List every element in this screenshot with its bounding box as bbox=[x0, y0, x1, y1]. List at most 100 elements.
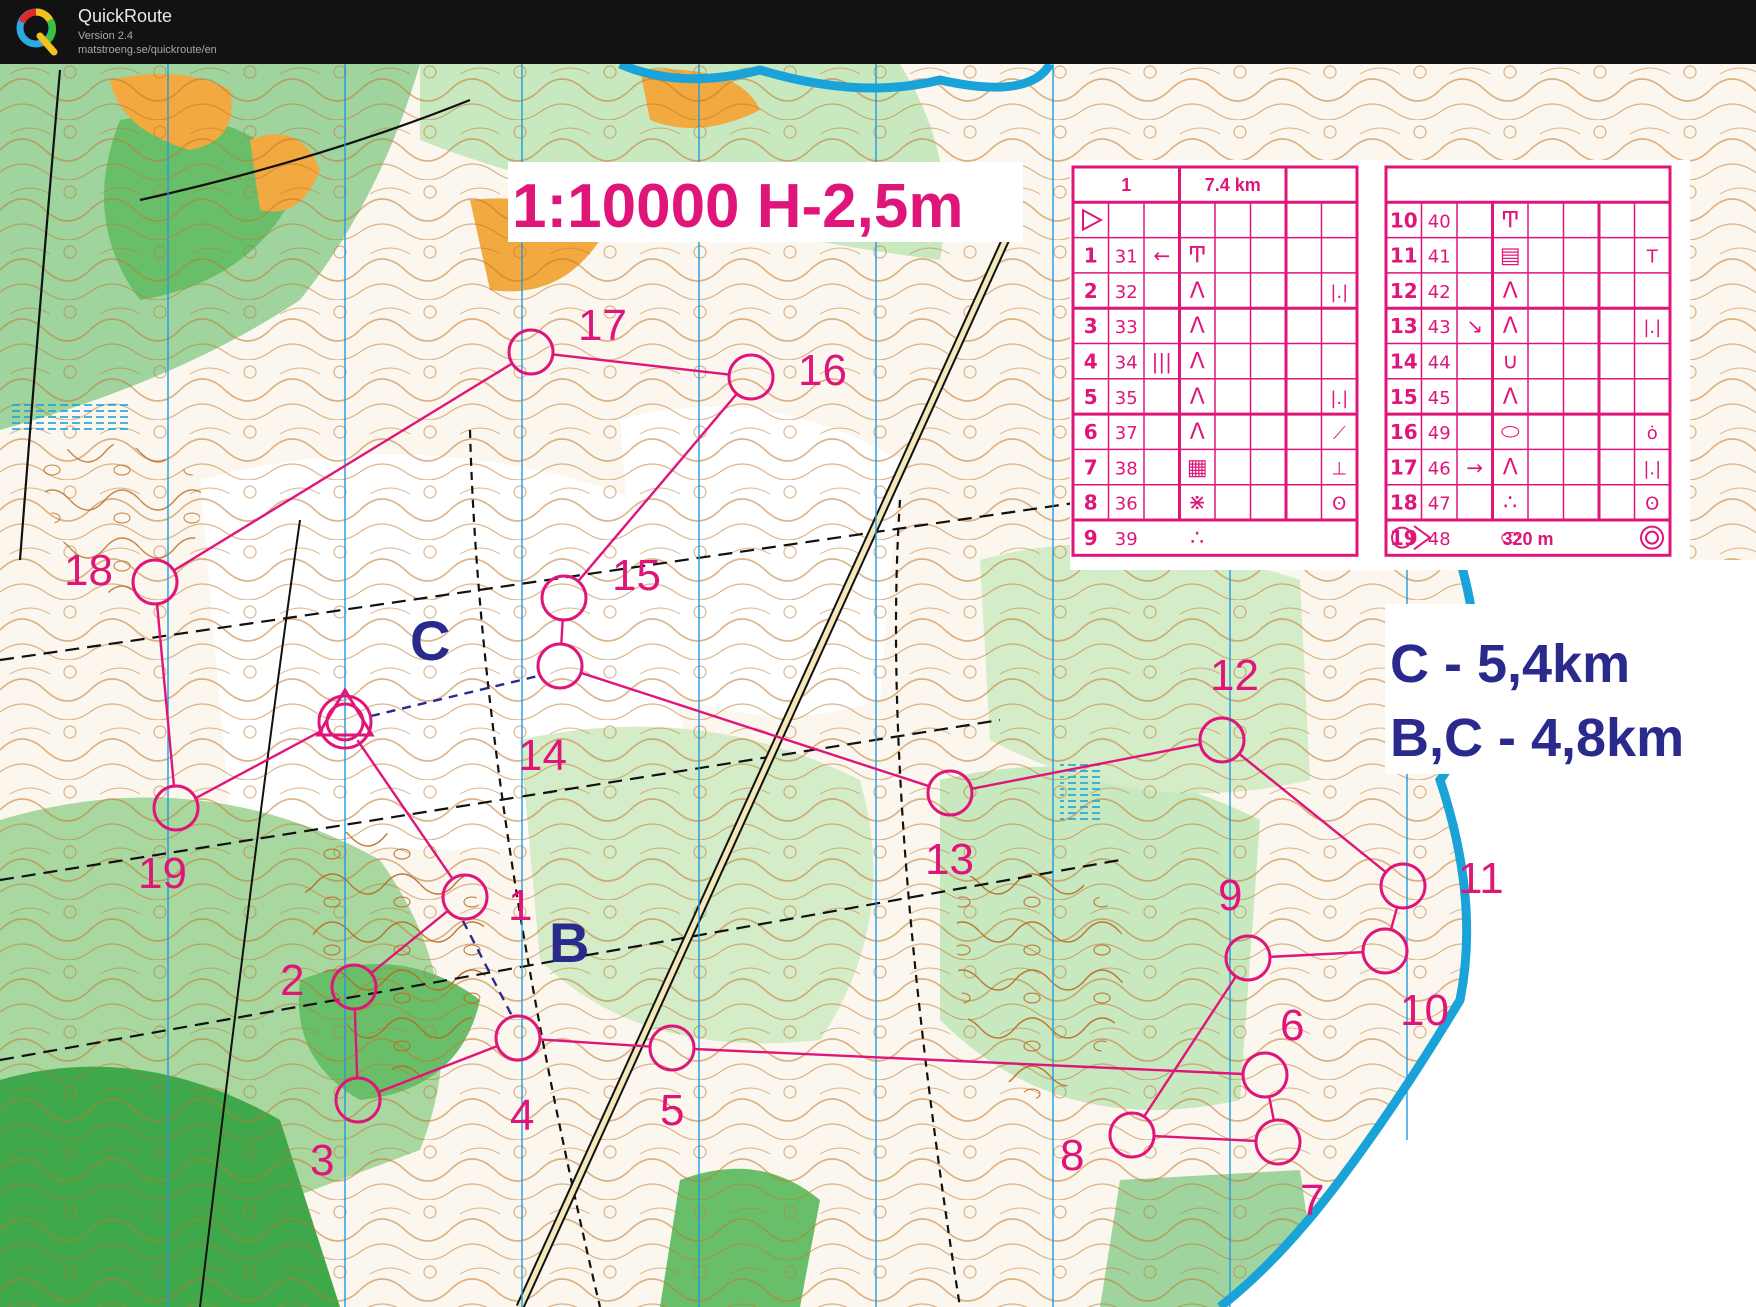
description-code: 37 bbox=[1115, 423, 1138, 444]
description-feature: Λ bbox=[1190, 350, 1205, 375]
control-number: 6 bbox=[1280, 1001, 1304, 1050]
description-length: 7.4 km bbox=[1205, 175, 1261, 195]
app-url[interactable]: matstroeng.se/quickroute/en bbox=[78, 44, 217, 56]
description-code: 44 bbox=[1428, 353, 1451, 374]
description-seq: 6 bbox=[1084, 420, 1098, 444]
description-code: 33 bbox=[1115, 317, 1138, 338]
description-feature: Λ bbox=[1190, 314, 1205, 339]
description-extra: ʘ bbox=[1332, 494, 1346, 515]
description-seq: 2 bbox=[1084, 279, 1098, 303]
description-code: 31 bbox=[1115, 247, 1138, 268]
description-seq: 4 bbox=[1084, 350, 1098, 374]
app-version: Version 2.4 bbox=[78, 30, 134, 42]
course-label-b: B bbox=[549, 911, 589, 974]
description-seq: 5 bbox=[1084, 385, 1098, 409]
description-seq: 10 bbox=[1390, 208, 1418, 232]
control-number: 2 bbox=[280, 956, 304, 1005]
description-event: 1 bbox=[1121, 175, 1131, 195]
description-feature: ∴ bbox=[1503, 491, 1517, 516]
description-extra: |.| bbox=[1330, 388, 1348, 409]
description-seq: 3 bbox=[1084, 314, 1098, 338]
description-seq: 1 bbox=[1084, 244, 1098, 268]
description-code: 46 bbox=[1428, 458, 1451, 479]
course-label-c: C bbox=[410, 609, 450, 672]
control-number: 12 bbox=[1210, 651, 1259, 700]
description-code: 32 bbox=[1115, 282, 1138, 303]
description-direction: ↘ bbox=[1466, 314, 1483, 338]
description-seq: 14 bbox=[1390, 350, 1418, 374]
description-extra: ⊥ bbox=[1331, 458, 1347, 479]
description-feature: Λ bbox=[1190, 279, 1205, 304]
description-seq: 13 bbox=[1390, 314, 1418, 338]
description-extra: |.| bbox=[1643, 317, 1661, 338]
description-code: 47 bbox=[1428, 494, 1451, 515]
description-code: 35 bbox=[1115, 388, 1138, 409]
control-number: 18 bbox=[64, 546, 113, 595]
description-seq: 7 bbox=[1084, 455, 1098, 479]
description-code: 36 bbox=[1115, 494, 1138, 515]
description-extra: ⟋ bbox=[1333, 423, 1346, 444]
description-code: 40 bbox=[1428, 211, 1451, 232]
description-seq: 11 bbox=[1390, 244, 1418, 268]
control-number: 19 bbox=[138, 849, 187, 898]
description-feature: Ͳ bbox=[1188, 244, 1207, 269]
control-number: 1 bbox=[508, 881, 532, 930]
description-code: 48 bbox=[1428, 529, 1451, 550]
control-number: 14 bbox=[518, 731, 567, 780]
control-number: 10 bbox=[1400, 986, 1449, 1035]
description-code: 34 bbox=[1115, 353, 1138, 374]
description-feature: ∪ bbox=[1502, 350, 1518, 375]
orienteering-map[interactable]: 1234 5678910111213141516171819 1:10000 H-… bbox=[0, 64, 1756, 1307]
finish-distance: 320 m bbox=[1502, 529, 1553, 549]
control-number: 17 bbox=[578, 301, 627, 350]
description-code: 45 bbox=[1428, 388, 1451, 409]
control-number: 7 bbox=[1300, 1176, 1324, 1225]
control-number: 15 bbox=[612, 551, 661, 600]
description-feature: Λ bbox=[1503, 314, 1518, 339]
description-extra: |.| bbox=[1643, 458, 1661, 479]
description-feature: ∴ bbox=[1190, 526, 1204, 551]
control-number: 13 bbox=[925, 835, 974, 884]
description-code: 39 bbox=[1115, 529, 1138, 550]
description-code: 43 bbox=[1428, 317, 1451, 338]
scale-label: 1:10000 H-2,5m bbox=[512, 172, 964, 241]
description-feature: Λ bbox=[1503, 385, 1518, 410]
description-seq: 18 bbox=[1390, 491, 1418, 515]
description-direction: ||| bbox=[1152, 350, 1172, 374]
course-leg bbox=[560, 619, 564, 645]
description-feature: Λ bbox=[1503, 455, 1518, 480]
description-feature: Ͳ bbox=[1501, 208, 1520, 233]
description-code: 41 bbox=[1428, 247, 1451, 268]
description-seq: 19 bbox=[1390, 526, 1418, 550]
app-name: QuickRoute bbox=[78, 6, 173, 26]
control-number: 4 bbox=[510, 1091, 534, 1140]
description-extra: T bbox=[1646, 247, 1659, 268]
description-code: 38 bbox=[1115, 458, 1138, 479]
control-description-sheet: 1 7.4 km1 31 ← Ͳ2 32 Λ |.|3 33 Λ4 34 ||| Λ5 35 Λ |.|6 37… bbox=[1070, 160, 1690, 570]
description-code: 42 bbox=[1428, 282, 1451, 303]
course-c-length: C - 5,4km bbox=[1390, 634, 1630, 694]
description-feature: ▦ bbox=[1187, 455, 1208, 480]
description-seq: 17 bbox=[1390, 455, 1418, 479]
control-number: 8 bbox=[1060, 1131, 1084, 1180]
description-feature: ⬭ bbox=[1501, 420, 1520, 445]
description-feature: ⋇ bbox=[1188, 491, 1206, 516]
description-seq: 8 bbox=[1084, 491, 1098, 515]
description-seq: 12 bbox=[1390, 279, 1418, 303]
description-feature: Λ bbox=[1190, 385, 1205, 410]
description-extra: ʘ bbox=[1645, 494, 1659, 515]
description-code: 49 bbox=[1428, 423, 1451, 444]
control-number: 5 bbox=[660, 1086, 684, 1135]
description-extra: ȯ bbox=[1647, 423, 1658, 444]
control-number: 9 bbox=[1218, 871, 1242, 920]
control-number: 16 bbox=[798, 346, 847, 395]
course-bc-length: B,C - 4,8km bbox=[1390, 708, 1684, 768]
description-seq: 9 bbox=[1084, 526, 1098, 550]
description-extra: |.| bbox=[1330, 282, 1348, 303]
description-feature: Λ bbox=[1190, 420, 1205, 445]
description-feature: ▤ bbox=[1500, 244, 1521, 269]
description-feature: Λ bbox=[1503, 279, 1518, 304]
quickroute-window: QuickRoute Version 2.4 matstroeng.se/qui… bbox=[0, 0, 1756, 1307]
description-seq: 16 bbox=[1390, 420, 1418, 444]
title-bar: QuickRoute Version 2.4 matstroeng.se/qui… bbox=[0, 0, 1756, 64]
